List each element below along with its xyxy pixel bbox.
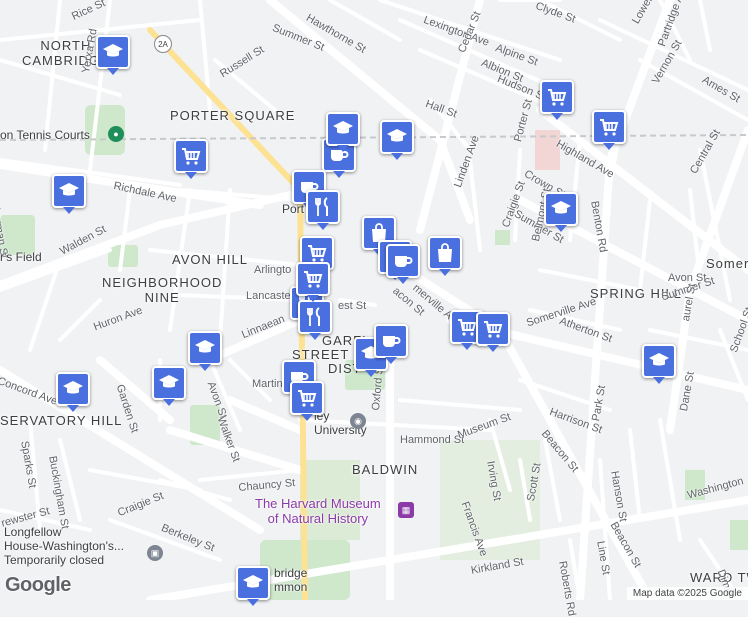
school-marker-icon[interactable]	[380, 120, 414, 160]
grocery-marker-icon[interactable]	[592, 110, 626, 150]
grocery-marker-icon[interactable]	[296, 262, 330, 302]
landmark-icon[interactable]: ▣	[147, 545, 163, 561]
poi-label-cambridge-common: bridge mmon	[274, 566, 308, 594]
cafe-marker-icon[interactable]	[374, 324, 408, 364]
map-attribution[interactable]: Map data ©2025 Google	[626, 587, 748, 600]
grocery-marker-icon[interactable]	[174, 139, 208, 179]
google-logo[interactable]: Google	[5, 574, 71, 597]
school-marker-icon[interactable]	[642, 344, 676, 384]
poi-label-tennis-courts: on Tennis Courts	[0, 128, 90, 142]
cafe-marker-icon[interactable]	[386, 244, 420, 284]
school-marker-icon[interactable]	[56, 372, 90, 412]
school-marker-icon[interactable]	[236, 566, 270, 606]
neighborhood-label-porter-square: PORTER SQUARE	[170, 108, 296, 123]
school-marker-icon[interactable]	[326, 112, 360, 152]
neighborhood-label-avon-hill: AVON HILL	[172, 252, 248, 267]
street-label-lancaster: Lancaste	[246, 290, 291, 302]
school-marker-icon[interactable]	[52, 174, 86, 214]
restaurant-marker-icon[interactable]	[306, 190, 340, 230]
poi-label-porter-partial: Port	[282, 202, 305, 216]
museum-icon[interactable]: ▦	[398, 502, 414, 518]
school-marker-icon[interactable]	[188, 331, 222, 371]
school-marker-icon[interactable]	[96, 35, 130, 75]
restaurant-marker-icon[interactable]	[298, 300, 332, 340]
grocery-marker-icon[interactable]	[476, 312, 510, 352]
poi-label-longfellow-house: Longfellow House-Washington's... Tempora…	[4, 525, 124, 567]
school-marker-icon[interactable]	[544, 192, 578, 232]
map-canvas[interactable]: NORTH CAMBRIDGE PORTER SQUARE AVON HILL NEI…	[0, 0, 748, 617]
grocery-marker-icon[interactable]	[540, 80, 574, 120]
route-2a-badge: 2A	[154, 35, 172, 53]
school-marker-icon[interactable]	[152, 366, 186, 406]
neighborhood-label-somerville-partial: Somer	[706, 256, 748, 271]
university-icon[interactable]: ◉	[350, 413, 366, 429]
neighborhood-label-neighborhood-nine: NEIGHBORHOOD NINE	[102, 275, 223, 305]
shopping-marker-icon[interactable]	[428, 236, 462, 276]
street-label-arlington: Arlingto	[254, 264, 292, 276]
grocery-marker-icon[interactable]	[290, 381, 324, 421]
tennis-courts-icon[interactable]: ●	[108, 126, 124, 142]
neighborhood-label-baldwin: BALDWIN	[352, 462, 419, 477]
museum-label[interactable]: The Harvard Museum of Natural History	[255, 496, 381, 526]
street-label-hammond-st: Hammond St	[400, 434, 465, 446]
neighborhood-label-observatory-hill: SERVATORY HILL	[0, 413, 123, 428]
poi-label-rs-field: r's Field	[0, 250, 42, 264]
street-label-martin-st: Martin	[252, 378, 283, 390]
street-label-forest-st: est St	[338, 300, 367, 312]
